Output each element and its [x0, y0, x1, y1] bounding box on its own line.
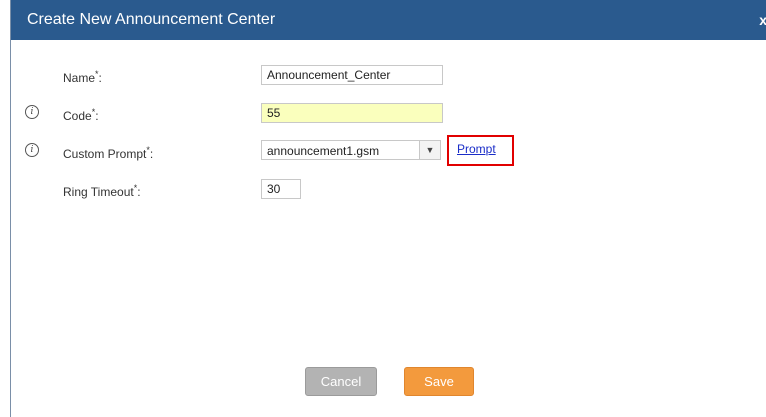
label-colon: : — [95, 109, 99, 123]
name-label: Name*: — [63, 67, 102, 85]
prompt-link[interactable]: Prompt — [457, 142, 496, 156]
cancel-button[interactable]: Cancel — [305, 367, 377, 396]
label-colon: : — [98, 71, 102, 85]
custom-prompt-selected-value: announcement1.gsm — [267, 144, 380, 158]
custom-prompt-select[interactable]: announcement1.gsm ▼ — [261, 140, 441, 160]
create-announcement-center-dialog: Create New Announcement Center x Name*: … — [10, 0, 766, 417]
info-icon[interactable]: i — [25, 105, 39, 119]
prompt-link-highlight: Prompt — [447, 135, 514, 166]
close-icon[interactable]: x — [759, 12, 766, 28]
save-button[interactable]: Save — [404, 367, 474, 396]
ring-timeout-label-text: Ring Timeout — [63, 185, 134, 199]
custom-prompt-label: Custom Prompt*: — [63, 143, 153, 161]
code-label-text: Code — [63, 109, 92, 123]
info-icon[interactable]: i — [25, 143, 39, 157]
label-colon: : — [137, 185, 141, 199]
name-field[interactable] — [261, 65, 443, 85]
chevron-down-icon[interactable]: ▼ — [419, 141, 440, 159]
custom-prompt-label-text: Custom Prompt — [63, 147, 147, 161]
dialog-title: Create New Announcement Center — [27, 11, 276, 28]
code-field[interactable] — [261, 103, 443, 123]
label-colon: : — [149, 147, 154, 161]
code-label: Code*: — [63, 105, 99, 123]
dialog-titlebar: Create New Announcement Center x — [11, 0, 766, 40]
ring-timeout-label: Ring Timeout*: — [63, 181, 141, 199]
name-label-text: Name — [63, 71, 96, 85]
ring-timeout-field[interactable] — [261, 179, 301, 199]
